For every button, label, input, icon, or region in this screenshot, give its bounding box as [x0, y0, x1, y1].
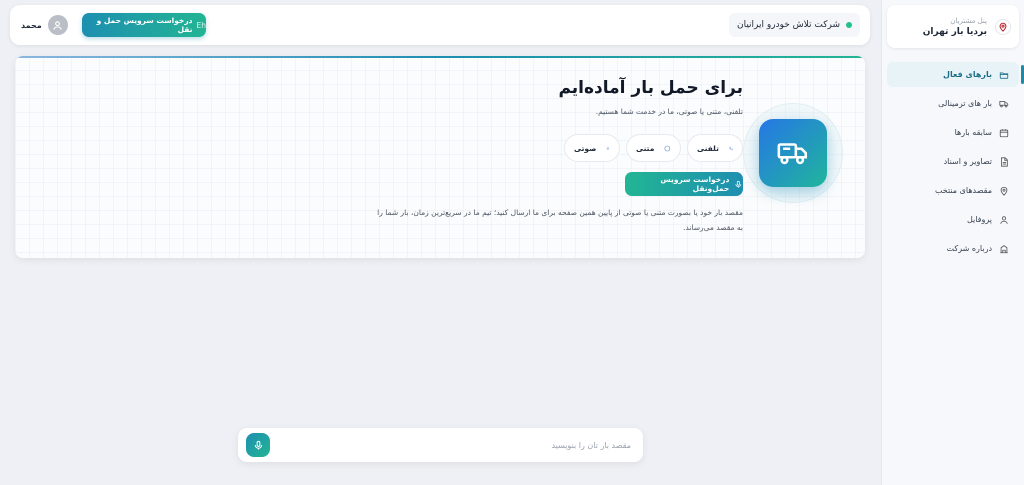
user-menu[interactable]: محمد — [21, 13, 68, 37]
app-root: پنل مشتریان بردیا بار تهران بارهای فعال … — [0, 0, 1024, 485]
sidebar-item-about[interactable]: درباره شرکت — [887, 236, 1019, 261]
sidebar-item-label: مقصدهای منتخب — [934, 186, 992, 195]
phone-icon — [729, 146, 733, 150]
destination-input[interactable] — [270, 440, 635, 450]
sidebar-item-label: بارهای فعال — [943, 70, 992, 79]
brand-card: پنل مشتریان بردیا بار تهران — [887, 5, 1019, 48]
chat-icon — [664, 145, 671, 151]
chip-text[interactable]: متنی — [626, 134, 681, 162]
sidebar-nav: بارهای فعال بار های ترمینالی سابقه بارها… — [887, 62, 1024, 261]
sidebar-item-destinations[interactable]: مقصدهای منتخب — [887, 178, 1019, 203]
sidebar-item-terminal-loads[interactable]: بار های ترمینالی — [887, 91, 1019, 116]
hero-card: برای حمل بار آماده‌ایم تلفنی، متنی یا صو… — [15, 56, 865, 258]
truck-illustration — [743, 103, 843, 203]
contact-methods: تلفنی متنی صوتی — [564, 134, 743, 162]
folder-open-icon — [999, 72, 1009, 79]
status-dot — [846, 22, 852, 28]
hero-request-label: درخواست سرویس حمل‌ونقل — [660, 175, 730, 193]
header-request-label: درخواست سرویس حمل و نقل — [96, 16, 193, 34]
company-badge: شرکت تلاش خودرو ایرانیان — [728, 13, 860, 37]
truck-icon — [759, 119, 827, 187]
microphone-icon — [254, 440, 262, 450]
sidebar: پنل مشتریان بردیا بار تهران بارهای فعال … — [881, 0, 1024, 485]
header-request-button[interactable]: Eh درخواست سرویس حمل و نقل — [82, 13, 206, 37]
hero-description: مقصد بار خود یا بصورت متنی یا صوتی از پا… — [377, 208, 743, 232]
building-icon — [1000, 244, 1008, 253]
chip-voice[interactable]: صوتی — [564, 134, 620, 162]
request-button-prefix: Eh — [196, 20, 207, 30]
chip-label: صوتی — [574, 143, 597, 153]
sidebar-item-label: درباره شرکت — [946, 244, 992, 253]
sidebar-item-active-loads[interactable]: بارهای فعال — [887, 62, 1024, 87]
brand-subtitle: پنل مشتریان — [950, 16, 987, 25]
microphone-icon — [606, 146, 610, 150]
hero-subtitle: تلفنی، متنی یا صوتی، ما در خدمت شما هستی… — [595, 107, 743, 116]
chip-phone[interactable]: تلفنی — [687, 134, 743, 162]
user-icon — [1000, 215, 1008, 224]
calendar-icon — [999, 128, 1009, 137]
chip-label: تلفنی — [697, 143, 719, 153]
hero-title: برای حمل بار آماده‌ایم — [558, 78, 743, 98]
map-pin-icon — [1000, 186, 1008, 196]
sidebar-item-label: تصاویر و اسناد — [943, 157, 992, 166]
sidebar-item-history[interactable]: سابقه بارها — [887, 120, 1019, 145]
sidebar-item-label: سابقه بارها — [954, 128, 992, 137]
sidebar-item-documents[interactable]: تصاویر و اسناد — [887, 149, 1019, 174]
truck-icon — [999, 100, 1009, 107]
sidebar-item-profile[interactable]: پروفایل — [887, 207, 1019, 232]
voice-record-button[interactable] — [246, 433, 270, 457]
microphone-icon — [735, 180, 742, 188]
document-icon — [1001, 156, 1008, 167]
user-icon — [53, 20, 62, 30]
map-pin-icon — [995, 18, 1011, 35]
sidebar-item-label: پروفایل — [966, 215, 992, 224]
chip-label: متنی — [636, 143, 655, 153]
sidebar-item-label: بار های ترمینالی — [938, 99, 992, 108]
avatar — [47, 15, 68, 35]
user-name: محمد — [21, 20, 42, 30]
brand-name: بردیا بار تهران — [922, 26, 987, 37]
top-header: شرکت تلاش خودرو ایرانیان Eh درخواست سروی… — [10, 5, 870, 45]
company-name: شرکت تلاش خودرو ایرانیان — [736, 20, 840, 30]
hero-request-button[interactable]: درخواست سرویس حمل‌ونقل — [625, 172, 743, 196]
destination-composer — [238, 428, 643, 462]
